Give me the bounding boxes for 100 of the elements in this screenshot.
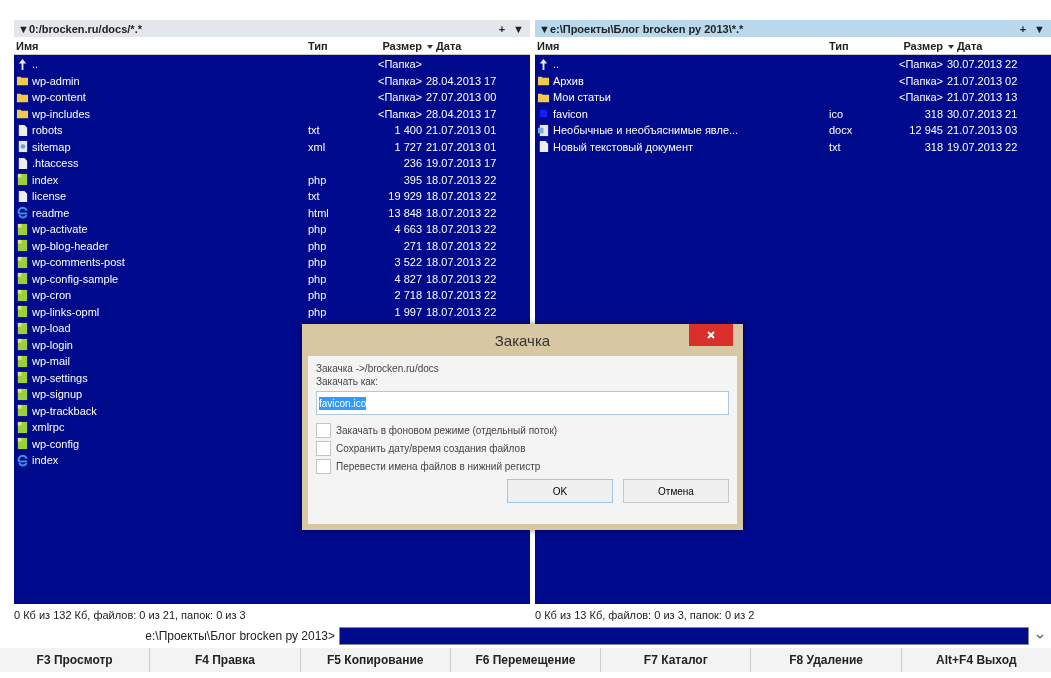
file-type: php xyxy=(308,305,327,318)
file-name[interactable]: .. xyxy=(32,58,39,71)
checkbox[interactable] xyxy=(316,422,331,438)
file-name[interactable]: wp-admin xyxy=(32,74,80,87)
path-control[interactable]: + xyxy=(498,22,506,35)
command-line-field[interactable] xyxy=(339,627,1029,645)
file-type: php xyxy=(308,173,327,186)
checkbox-label[interactable]: Сохранить дату/время создания файлов xyxy=(336,442,526,454)
script-file-icon xyxy=(16,222,29,236)
file-name[interactable]: sitemap xyxy=(32,140,71,153)
script-file-icon xyxy=(16,338,29,352)
file-name[interactable]: wp-cron xyxy=(32,289,72,302)
file-name[interactable]: readme xyxy=(32,206,70,219)
column-header[interactable]: Размер xyxy=(881,39,947,52)
file-size: <Папка> xyxy=(899,91,943,104)
file-type: html xyxy=(308,206,329,219)
file-name[interactable]: wp-settings xyxy=(32,371,88,384)
file-name[interactable]: license xyxy=(32,190,67,203)
upload-target-label: Закачка ->/brocken.ru/docs xyxy=(316,362,440,375)
file-size: 271 xyxy=(403,239,422,252)
up-arrow-icon xyxy=(16,57,29,71)
file-name[interactable]: wp-comments-post xyxy=(32,256,125,269)
file-date: 18.07.2013 22 xyxy=(426,305,497,318)
file-name[interactable]: robots xyxy=(32,124,63,137)
document-icon xyxy=(537,140,550,154)
file-name[interactable]: wp-links-opml xyxy=(32,305,100,318)
file-name[interactable]: .. xyxy=(553,58,560,71)
file-name[interactable]: .htaccess xyxy=(32,157,79,170)
file-date: 19.07.2013 22 xyxy=(947,140,1018,153)
file-name[interactable]: index xyxy=(32,454,59,467)
script-file-icon xyxy=(16,239,29,253)
function-key-button[interactable]: F3 Просмотр xyxy=(0,648,151,672)
file-name[interactable]: wp-blog-header xyxy=(32,239,109,252)
file-name[interactable]: wp-signup xyxy=(32,388,83,401)
file-date: 18.07.2013 22 xyxy=(426,239,497,252)
file-type: php xyxy=(308,272,327,285)
dialog-button[interactable]: Отмена xyxy=(623,479,729,503)
path-label[interactable]: ▼0:/brocken.ru/docs/*.* xyxy=(18,22,499,35)
document-icon xyxy=(537,123,550,137)
file-type: php xyxy=(308,256,327,269)
file-name[interactable]: wp-config-sample xyxy=(32,272,119,285)
column-header[interactable]: Дата xyxy=(947,39,1051,52)
file-name[interactable]: Необычные и необъяснимые явле... xyxy=(553,124,739,137)
command-prompt: e:\Проекты\Блог brocken ру 2013> xyxy=(144,629,336,643)
column-header[interactable]: Размер xyxy=(360,39,426,52)
checkbox[interactable] xyxy=(316,458,331,474)
file-name[interactable]: wp-config xyxy=(32,437,80,450)
column-header[interactable]: Имя xyxy=(535,39,829,52)
file-date: 19.07.2013 17 xyxy=(426,157,497,170)
file-name[interactable]: wp-activate xyxy=(32,223,88,236)
file-name[interactable]: favicon xyxy=(553,107,588,120)
panel-status: 0 Кб из 132 Кб, файлов: 0 из 21, папок: 0 из 3 xyxy=(14,609,246,621)
script-file-icon xyxy=(16,288,29,302)
file-name[interactable]: xmlrpc xyxy=(32,421,65,434)
file-name[interactable]: index xyxy=(32,173,59,186)
script-file-icon xyxy=(16,420,29,434)
checkbox-label[interactable]: Перевести имена файлов в нижний регистр xyxy=(336,460,541,472)
column-header[interactable]: Тип xyxy=(308,39,360,52)
column-header[interactable]: Тип xyxy=(829,39,881,52)
document-icon xyxy=(16,156,29,170)
file-date: 18.07.2013 22 xyxy=(426,206,497,219)
column-header[interactable]: Дата xyxy=(426,39,530,52)
path-control[interactable]: + xyxy=(1019,22,1027,35)
file-name[interactable]: Мои статьи xyxy=(553,91,611,104)
document-icon xyxy=(16,140,29,154)
file-type: txt xyxy=(308,190,320,203)
checkbox-label[interactable]: Закачать в фоновом режиме (отдельный поток) xyxy=(336,424,558,436)
function-key-button[interactable]: F6 Перемещение xyxy=(450,648,602,672)
file-date: 18.07.2013 22 xyxy=(426,190,497,203)
file-name[interactable]: wp-login xyxy=(32,338,73,351)
function-key-button[interactable]: F4 Правка xyxy=(150,648,301,672)
column-header[interactable]: Имя xyxy=(14,39,308,52)
function-key-button[interactable]: F7 Каталог xyxy=(601,648,752,672)
file-name[interactable]: wp-mail xyxy=(32,355,70,368)
path-control[interactable]: ▼ xyxy=(513,22,524,35)
checkbox[interactable] xyxy=(316,440,331,456)
file-name[interactable]: wp-includes xyxy=(32,107,91,120)
path-control[interactable]: ▼ xyxy=(1034,22,1045,35)
file-name[interactable]: wp-trackback xyxy=(32,404,97,417)
file-name[interactable]: wp-content xyxy=(32,91,86,104)
file-name[interactable]: Архив xyxy=(553,74,584,87)
file-size: 1 400 xyxy=(394,124,422,137)
file-size: <Папка> xyxy=(378,91,422,104)
file-size: <Папка> xyxy=(899,58,943,71)
file-name[interactable]: Новый текстовый документ xyxy=(553,140,694,153)
function-key-button[interactable]: F5 Копирование xyxy=(300,648,451,672)
dialog-button[interactable]: OK xyxy=(507,479,613,503)
function-key-button[interactable]: F8 Удаление xyxy=(751,648,902,672)
file-date: 30.07.2013 22 xyxy=(947,58,1018,71)
script-file-icon xyxy=(16,404,29,418)
script-file-icon xyxy=(16,371,29,385)
file-name[interactable]: wp-load xyxy=(32,322,71,335)
function-key-button[interactable]: Alt+F4 Выход xyxy=(901,648,1051,672)
file-type: php xyxy=(308,223,327,236)
file-date: 21.07.2013 13 xyxy=(947,91,1018,104)
close-button[interactable] xyxy=(689,324,733,346)
path-label[interactable]: ▼e:\Проекты\Блог brocken ру 2013\*.* xyxy=(539,22,1020,35)
file-type: txt xyxy=(829,140,841,153)
file-size: <Папка> xyxy=(378,107,422,120)
web-page-icon xyxy=(16,206,29,220)
